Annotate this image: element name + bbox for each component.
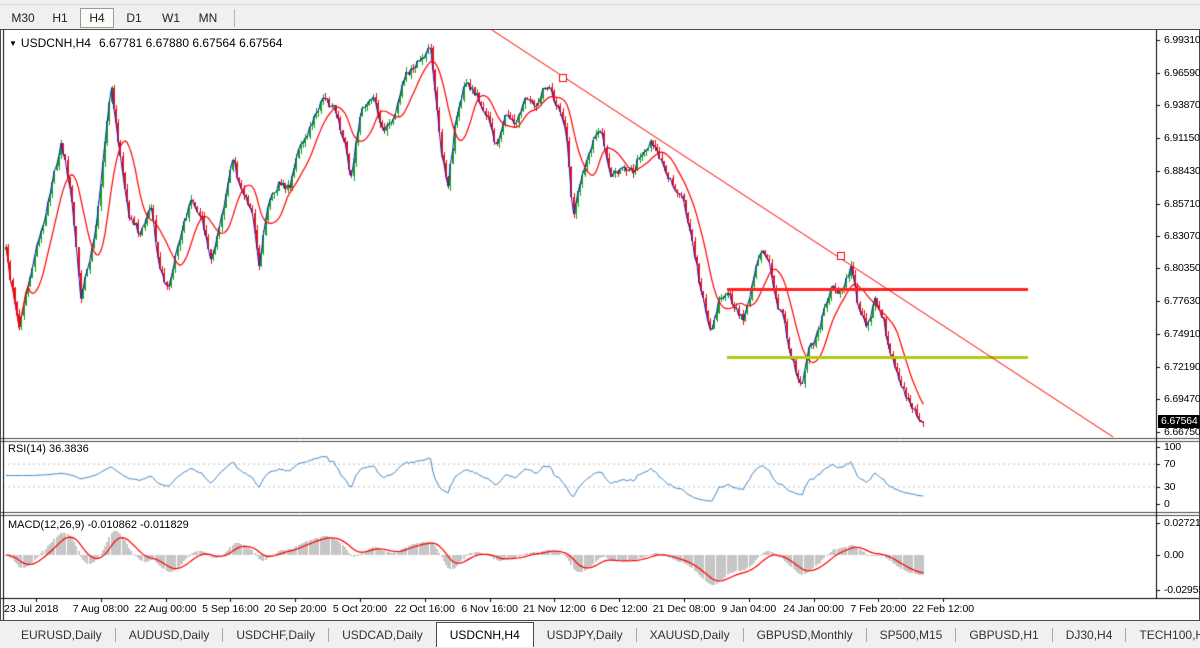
chart-tab-eurusd[interactable]: EURUSD,Daily <box>8 622 115 647</box>
upper-toolbar-edge <box>0 0 1200 5</box>
timeframe-button-h1[interactable]: H1 <box>43 8 77 28</box>
macd-axis-label: 0.00 <box>1164 549 1184 561</box>
price-axis-label: 6.77630 <box>1164 295 1200 307</box>
price-axis-label: 6.91150 <box>1164 132 1200 144</box>
chart-tab-bar: EURUSD,DailyAUDUSD,DailyUSDCHF,DailyUSDC… <box>0 621 1200 648</box>
price-chart-canvas[interactable] <box>1 30 1199 620</box>
chart-tab-dj30[interactable]: DJ30,H4 <box>1053 622 1126 647</box>
chart-symbol-period: USDCNH,H4 <box>21 36 91 50</box>
chart-tab-gbpusd[interactable]: GBPUSD,Monthly <box>744 622 866 647</box>
date-axis-label: 23 Jul 2018 <box>4 603 58 615</box>
chart-tab-audusd[interactable]: AUDUSD,Daily <box>116 622 223 647</box>
toolbar-separator <box>234 9 235 27</box>
chart-tab-xauusd[interactable]: XAUUSD,Daily <box>637 622 743 647</box>
price-axis-label: 6.69470 <box>1164 393 1200 405</box>
rsi-indicator-label: RSI(14) 36.3836 <box>8 443 89 455</box>
chart-tab-gbpusd[interactable]: GBPUSD,H1 <box>956 622 1051 647</box>
chart-tabs: EURUSD,DailyAUDUSD,DailyUSDCHF,DailyUSDC… <box>8 621 1200 648</box>
macd-axis-label: -0.029558 <box>1164 584 1200 596</box>
chevron-down-icon[interactable]: ▼ <box>9 39 17 48</box>
price-axis-label: 6.80350 <box>1164 262 1200 274</box>
date-axis-label: 22 Feb 12:00 <box>912 603 974 615</box>
chart-window: ▼ USDCNH,H4 6.67781 6.67880 6.67564 6.6756… <box>0 29 1200 621</box>
timeframe-buttons: M30H1H4D1W1MN <box>6 8 228 28</box>
price-axis-label: 6.88430 <box>1164 165 1200 177</box>
date-axis-label: 5 Sep 16:00 <box>202 603 259 615</box>
rsi-axis-label: 100 <box>1164 441 1181 453</box>
date-axis-label: 7 Aug 08:00 <box>73 603 129 615</box>
timeframe-button-w1[interactable]: W1 <box>154 8 188 28</box>
date-axis-label: 21 Nov 12:00 <box>523 603 585 615</box>
price-axis-label: 6.72190 <box>1164 361 1200 373</box>
timeframe-button-h4[interactable]: H4 <box>80 8 114 28</box>
chart-ohlc-quote: 6.67781 6.67880 6.67564 6.67564 <box>99 36 283 50</box>
rsi-axis-label: 0 <box>1164 498 1170 510</box>
date-axis-label: 24 Jan 00:00 <box>783 603 844 615</box>
chart-tab-usdchf[interactable]: USDCHF,Daily <box>223 622 328 647</box>
chart-tab-usdcnh[interactable]: USDCNH,H4 <box>436 622 534 647</box>
date-axis-label: 5 Oct 20:00 <box>333 603 387 615</box>
timeframe-button-m30[interactable]: M30 <box>6 8 40 28</box>
price-axis-label: 6.83070 <box>1164 230 1200 242</box>
price-axis-label: 6.93870 <box>1164 99 1200 111</box>
rsi-axis-label: 30 <box>1164 481 1175 493</box>
price-axis-label: 6.85710 <box>1164 198 1200 210</box>
date-axis-label: 9 Jan 04:00 <box>721 603 776 615</box>
timeframe-button-d1[interactable]: D1 <box>117 8 151 28</box>
rsi-axis-label: 70 <box>1164 458 1175 470</box>
timeframe-button-mn[interactable]: MN <box>191 8 225 28</box>
date-axis-label: 20 Sep 20:00 <box>264 603 326 615</box>
chart-tab-tech100[interactable]: TECH100,H1 <box>1126 622 1200 647</box>
price-axis-label: 6.96590 <box>1164 67 1200 79</box>
date-axis-label: 7 Feb 20:00 <box>850 603 906 615</box>
chart-tab-usdjpy[interactable]: USDJPY,Daily <box>534 622 636 647</box>
current-price-tag: 6.67564 <box>1158 415 1200 428</box>
date-axis-label: 6 Nov 16:00 <box>461 603 518 615</box>
price-axis-label: 6.74910 <box>1164 328 1200 340</box>
chart-tab-sp500[interactable]: SP500,M15 <box>867 622 956 647</box>
macd-axis-label: 0.027219 <box>1164 517 1200 529</box>
date-axis-label: 22 Oct 16:00 <box>395 603 455 615</box>
date-axis-label: 21 Dec 08:00 <box>653 603 715 615</box>
macd-indicator-label: MACD(12,26,9) -0.010862 -0.011829 <box>8 519 189 531</box>
chart-tab-usdcad[interactable]: USDCAD,Daily <box>329 622 436 647</box>
chart-title: ▼ USDCNH,H4 6.67781 6.67880 6.67564 6.6756… <box>9 36 282 50</box>
timeframe-toolbar: M30H1H4D1W1MN <box>0 6 1200 29</box>
date-axis-label: 6 Dec 12:00 <box>591 603 648 615</box>
price-axis-label: 6.99310 <box>1164 34 1200 46</box>
date-axis-label: 22 Aug 00:00 <box>135 603 197 615</box>
